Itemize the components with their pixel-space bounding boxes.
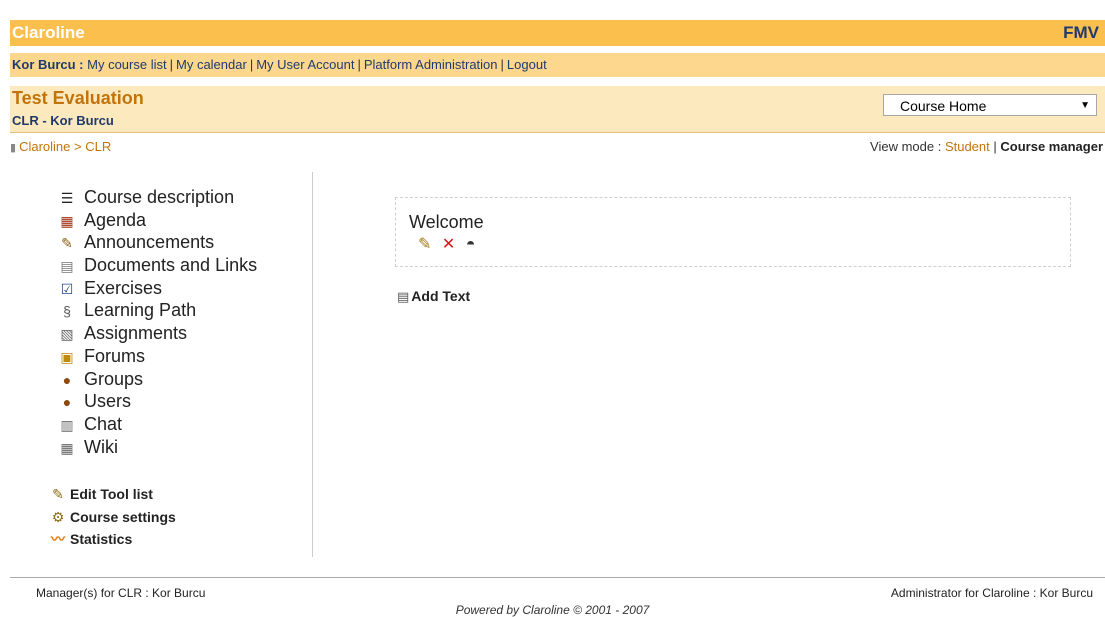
chevron-down-icon[interactable]: ▼ <box>1080 95 1090 117</box>
chat-icon: ▥ <box>60 416 74 433</box>
tool-wiki[interactable]: ▦ Wiki <box>56 436 306 459</box>
user-bar: Kor Burcu : My course list | My calendar | M… <box>10 53 1105 77</box>
tool-label: Forums <box>84 345 146 366</box>
announcement-icon: ✎ <box>61 235 73 252</box>
forum-icon: ▣ <box>60 348 74 365</box>
tool-exercises[interactable]: ☑ Exercises <box>56 277 306 300</box>
visible-eye-icon[interactable]: ◓ <box>466 236 476 253</box>
tool-label: Chat <box>84 413 123 434</box>
course-admin-links: ✎ Edit Tool list ⚙ Course settings 〰 Statis… <box>50 483 176 551</box>
add-text-link[interactable]: ▤ Add Text <box>397 288 470 305</box>
separator: | <box>169 57 173 72</box>
user-colon: : <box>75 57 84 72</box>
my-user-account-link[interactable]: My User Account <box>256 57 354 72</box>
wiki-icon: ▦ <box>60 439 74 456</box>
welcome-box: Welcome ✎ ✕ ◓ <box>395 197 1071 267</box>
user-name: Kor Burcu <box>12 57 76 72</box>
tool-course-description[interactable]: ☰ Course description <box>56 186 306 209</box>
add-text-icon: ▤ <box>397 289 410 304</box>
breadcrumb-current-link[interactable]: CLR <box>85 139 111 154</box>
tool-agenda[interactable]: ▦ Agenda <box>56 209 306 232</box>
tool-label: Course description <box>84 187 235 207</box>
view-mode-label: View mode : <box>870 139 942 154</box>
tool-label: Assignments <box>84 323 188 344</box>
tool-label: Wiki <box>84 436 118 457</box>
tool-label: Groups <box>84 368 144 389</box>
statistics-icon: 〰 <box>51 531 65 547</box>
tool-chat[interactable]: ▥ Chat <box>56 413 306 436</box>
platform-administrator: Administrator for Claroline : Kor Burcu <box>890 586 1093 600</box>
welcome-text: Welcome <box>409 212 484 232</box>
delete-icon[interactable]: ✕ <box>442 236 455 253</box>
separator: | <box>249 57 254 72</box>
tool-label: Documents and Links <box>84 255 258 276</box>
tool-users[interactable]: ● Users <box>56 390 306 413</box>
view-mode: View mode : Student | Course manager <box>870 139 1103 154</box>
my-calendar-link[interactable]: My calendar <box>176 57 247 72</box>
course-bar: Test Evaluation CLR - Kor Burcu Course H… <box>10 86 1105 133</box>
settings-icon: ⚙ <box>51 508 65 525</box>
institution-name[interactable]: FMV <box>1063 23 1099 43</box>
separator: | <box>357 57 361 72</box>
platform-administration-link[interactable]: Platform Administration <box>364 57 498 72</box>
sidebar-divider <box>312 172 313 557</box>
documents-icon: ▤ <box>60 258 74 275</box>
tool-forums[interactable]: ▣ Forums <box>56 345 306 368</box>
tool-label: Agenda <box>84 209 147 230</box>
tool-label: Users <box>84 391 132 412</box>
tool-label: Learning Path <box>84 300 197 321</box>
app-name[interactable]: Claroline <box>12 23 85 43</box>
course-select-value: Course Home <box>900 98 987 114</box>
top-header: Claroline FMV <box>10 20 1105 46</box>
course-tool-select[interactable]: Course Home ▼ <box>883 94 1097 116</box>
calendar-icon: ▦ <box>60 212 74 229</box>
course-managers: Manager(s) for CLR : Kor Burcu <box>36 586 206 600</box>
breadcrumb: ▮ Claroline > CLR <box>10 139 111 154</box>
home-icon: ▮ <box>10 142 17 154</box>
course-settings-link[interactable]: ⚙ Course settings <box>50 506 176 529</box>
path-icon: § <box>63 303 71 320</box>
course-title[interactable]: Test Evaluation <box>12 88 144 109</box>
list-icon: ☰ <box>60 190 74 206</box>
tool-label: Announcements <box>84 232 215 253</box>
statistics-link[interactable]: 〰 Statistics <box>50 528 176 551</box>
tool-learning-path[interactable]: § Learning Path <box>56 299 306 322</box>
course-code[interactable]: CLR - Kor Burcu <box>12 113 114 128</box>
add-text-label: Add Text <box>411 288 471 304</box>
user-icon: ● <box>62 394 72 411</box>
powered-by: Powered by Claroline © 2001 - 2007 <box>455 603 650 617</box>
edit-tool-list-link[interactable]: ✎ Edit Tool list <box>50 483 176 506</box>
breadcrumb-separator: > <box>74 139 82 154</box>
edit-tool-list-label: Edit Tool list <box>70 486 153 502</box>
tool-list: ☰ Course description ▦ Agenda ✎ Announcemen… <box>56 186 306 458</box>
welcome-tools: ✎ ✕ ◓ <box>418 234 481 254</box>
tool-label: Exercises <box>84 277 163 298</box>
logout-link[interactable]: Logout <box>507 57 547 72</box>
edit-icon[interactable]: ✎ <box>418 236 431 253</box>
view-mode-separator: | <box>993 139 997 154</box>
statistics-label: Statistics <box>70 531 133 547</box>
course-settings-label: Course settings <box>70 508 176 525</box>
groups-icon: ● <box>62 371 72 388</box>
breadcrumb-root-link[interactable]: Claroline <box>19 139 70 154</box>
student-mode-link[interactable]: Student <box>945 139 990 154</box>
tool-documents-and-links[interactable]: ▤ Documents and Links <box>56 254 306 277</box>
footer-divider <box>10 577 1105 578</box>
assignment-icon: ▧ <box>60 326 74 343</box>
tool-groups[interactable]: ● Groups <box>56 368 306 391</box>
my-course-list-link[interactable]: My course list <box>87 57 166 72</box>
tool-announcements[interactable]: ✎ Announcements <box>56 231 306 254</box>
course-manager-mode: Course manager <box>1000 139 1103 154</box>
checkbox-icon: ☑ <box>60 280 74 297</box>
tool-assignments[interactable]: ▧ Assignments <box>56 322 306 345</box>
pencil-icon: ✎ <box>52 486 64 502</box>
separator: | <box>500 57 504 72</box>
